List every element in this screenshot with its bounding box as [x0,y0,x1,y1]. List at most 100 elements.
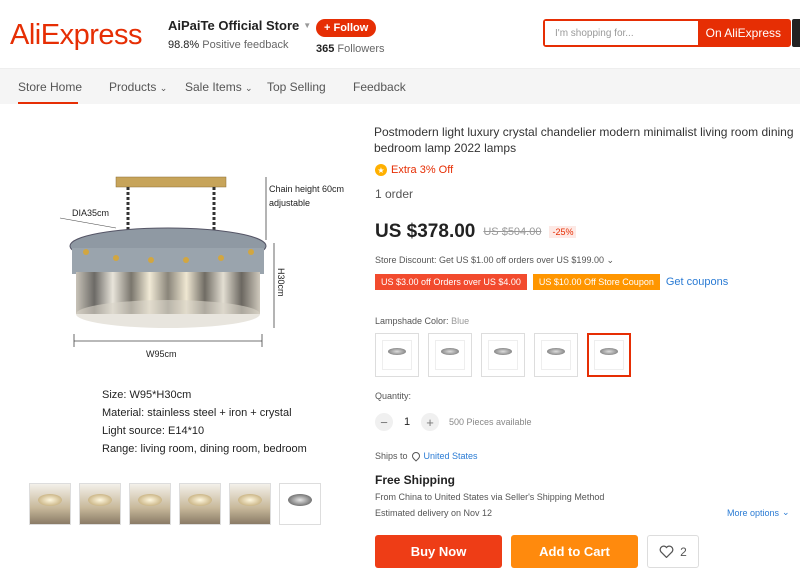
get-coupons-link[interactable]: Get coupons [666,276,728,288]
coin-icon: ★ [375,164,387,176]
chevron-down-icon: ▼ [303,21,312,30]
more-options-link[interactable]: More options ⌄ [727,507,790,518]
ceiling-plate [115,176,227,188]
chain-height-label: Chain height 60cm [269,184,344,194]
store-rating: 98.8% Positive feedback [168,39,311,51]
quantity-value[interactable]: 1 [401,416,413,428]
thumbnail[interactable] [29,483,71,525]
add-to-cart-button[interactable]: Add to Cart [511,535,638,568]
current-price: US $378.00 [375,221,476,242]
price-block: US $378.00 US $504.00 -25% [375,221,577,243]
thumbnail[interactable] [279,483,321,525]
lampshade-band [72,248,264,274]
wishlist-count: 2 [680,544,687,559]
quantity-label: Quantity: [375,391,412,401]
estimated-delivery: Estimated delivery on Nov 12 [375,508,493,518]
chevron-down-icon: ⌄ [245,83,253,93]
nav-store-home-label: Store Home [18,80,83,94]
positive-rate: 98.8% [168,39,200,51]
original-price: US $504.00 [483,226,542,238]
lampshade-color-label: Lampshade Color: Blue [375,316,469,326]
aliexpress-logo[interactable]: AliExpress [10,19,143,52]
spec-size: Size: W95*H30cm [102,389,192,401]
lampshade-label-text: Lampshade Color: [375,316,449,326]
dia-pointer [59,217,117,229]
location-pin-icon [409,450,422,462]
thumbnail[interactable] [229,483,271,525]
nav-products-label: Products [109,80,157,94]
followers-label: Followers [337,43,385,55]
nav-sale-items-label: Sale Items [185,80,242,94]
followers: 365 Followers [316,43,385,55]
store-nav: Store Home Products ⌄ Sale Items ⌄ Top S… [0,68,800,104]
thumbnail[interactable] [179,483,221,525]
store-name-text: AiPaiTe Official Store [168,18,300,33]
shipping-route: From China to United States via Seller's… [375,492,605,502]
spec-material: Material: stainless steel + iron + cryst… [102,407,292,419]
spec-light-source: Light source: E14*10 [102,425,205,437]
ships-to-country[interactable]: United States [424,451,478,461]
thumbnail-strip [29,483,321,525]
shipping-title: Free Shipping [375,473,456,487]
nav-top-selling-label: Top Selling [267,80,326,94]
follow-block: + Follow 365 Followers [316,18,385,55]
coupon-row: US $3.00 off Orders over US $4.00 US $10… [375,274,728,290]
quantity-stepper: − 1 + 500 Pieces available [375,413,532,431]
nav-products[interactable]: Products ⌄ [109,80,167,94]
coupon-store[interactable]: US $10.00 Off Store Coupon [532,274,660,290]
lampshade-value: Blue [451,316,470,326]
nav-sale-items[interactable]: Sale Items ⌄ [185,80,253,94]
follow-button[interactable]: + Follow [316,19,377,37]
store-discount-text: Store Discount: Get US $1.00 off orders … [375,255,604,265]
swatch-option[interactable] [375,333,419,377]
search-button[interactable]: On AliExpress [697,21,789,45]
height-label: H30cm [276,268,286,297]
nav-feedback[interactable]: Feedback [353,80,406,94]
coupon-orders[interactable]: US $3.00 off Orders over US $4.00 [375,274,527,290]
chevron-down-icon: ⌄ [159,83,168,93]
wishlist-button[interactable]: 2 [647,535,699,568]
store-name[interactable]: AiPaiTe Official Store ▼ [168,18,311,33]
extra-off-text: Extra 3% Off [391,164,454,176]
thumbnail[interactable] [129,483,171,525]
search-store-button[interactable] [792,19,800,47]
color-swatches [375,333,631,377]
adjustable-label: adjustable [269,198,310,208]
header: AliExpress AiPaiTe Official Store ▼ 98.8… [0,0,800,68]
spec-range: Range: living room, dining room, bedroom [102,443,307,455]
product-title: Postmodern light luxury crystal chandeli… [374,125,794,155]
dia-label: DIA35cm [72,208,109,218]
spec-list: Size: W95*H30cm Material: stainless stee… [102,386,307,458]
chevron-down-icon: ⌄ [782,507,790,517]
swatch-option[interactable] [534,333,578,377]
width-label: W95cm [146,349,177,359]
crystal-bottom [76,300,260,328]
followers-count: 365 [316,43,335,55]
swatch-option[interactable] [481,333,525,377]
positive-label: Positive feedback [202,39,289,51]
chevron-down-icon: ⌄ [606,255,615,265]
heart-icon [659,545,674,558]
search-input[interactable] [545,21,698,45]
ships-to-label: Ships to [375,451,408,461]
action-buttons: Buy Now Add to Cart 2 [375,535,699,568]
swatch-option-selected[interactable] [587,333,631,377]
buy-now-button[interactable]: Buy Now [375,535,502,568]
nav-top-selling[interactable]: Top Selling [267,80,326,94]
discount-badge: -25% [549,226,577,238]
nav-active-indicator [18,102,78,104]
nav-store-home[interactable]: Store Home [18,80,82,94]
extra-off: ★ Extra 3% Off [375,164,453,176]
store-discount[interactable]: Store Discount: Get US $1.00 off orders … [375,255,614,266]
search-bar: On AliExpress [543,19,791,47]
order-count: 1 order [375,187,414,201]
ships-to: Ships to United States [375,450,478,462]
swatch-option[interactable] [428,333,472,377]
more-options-label: More options [727,507,780,518]
product-main-image[interactable]: Chain height 60cm adjustable DIA35cm H30… [56,148,356,378]
minus-button[interactable]: − [375,413,393,431]
nav-feedback-label: Feedback [353,80,406,94]
available-count: 500 Pieces available [449,417,532,427]
thumbnail[interactable] [79,483,121,525]
plus-button[interactable]: + [421,413,439,431]
